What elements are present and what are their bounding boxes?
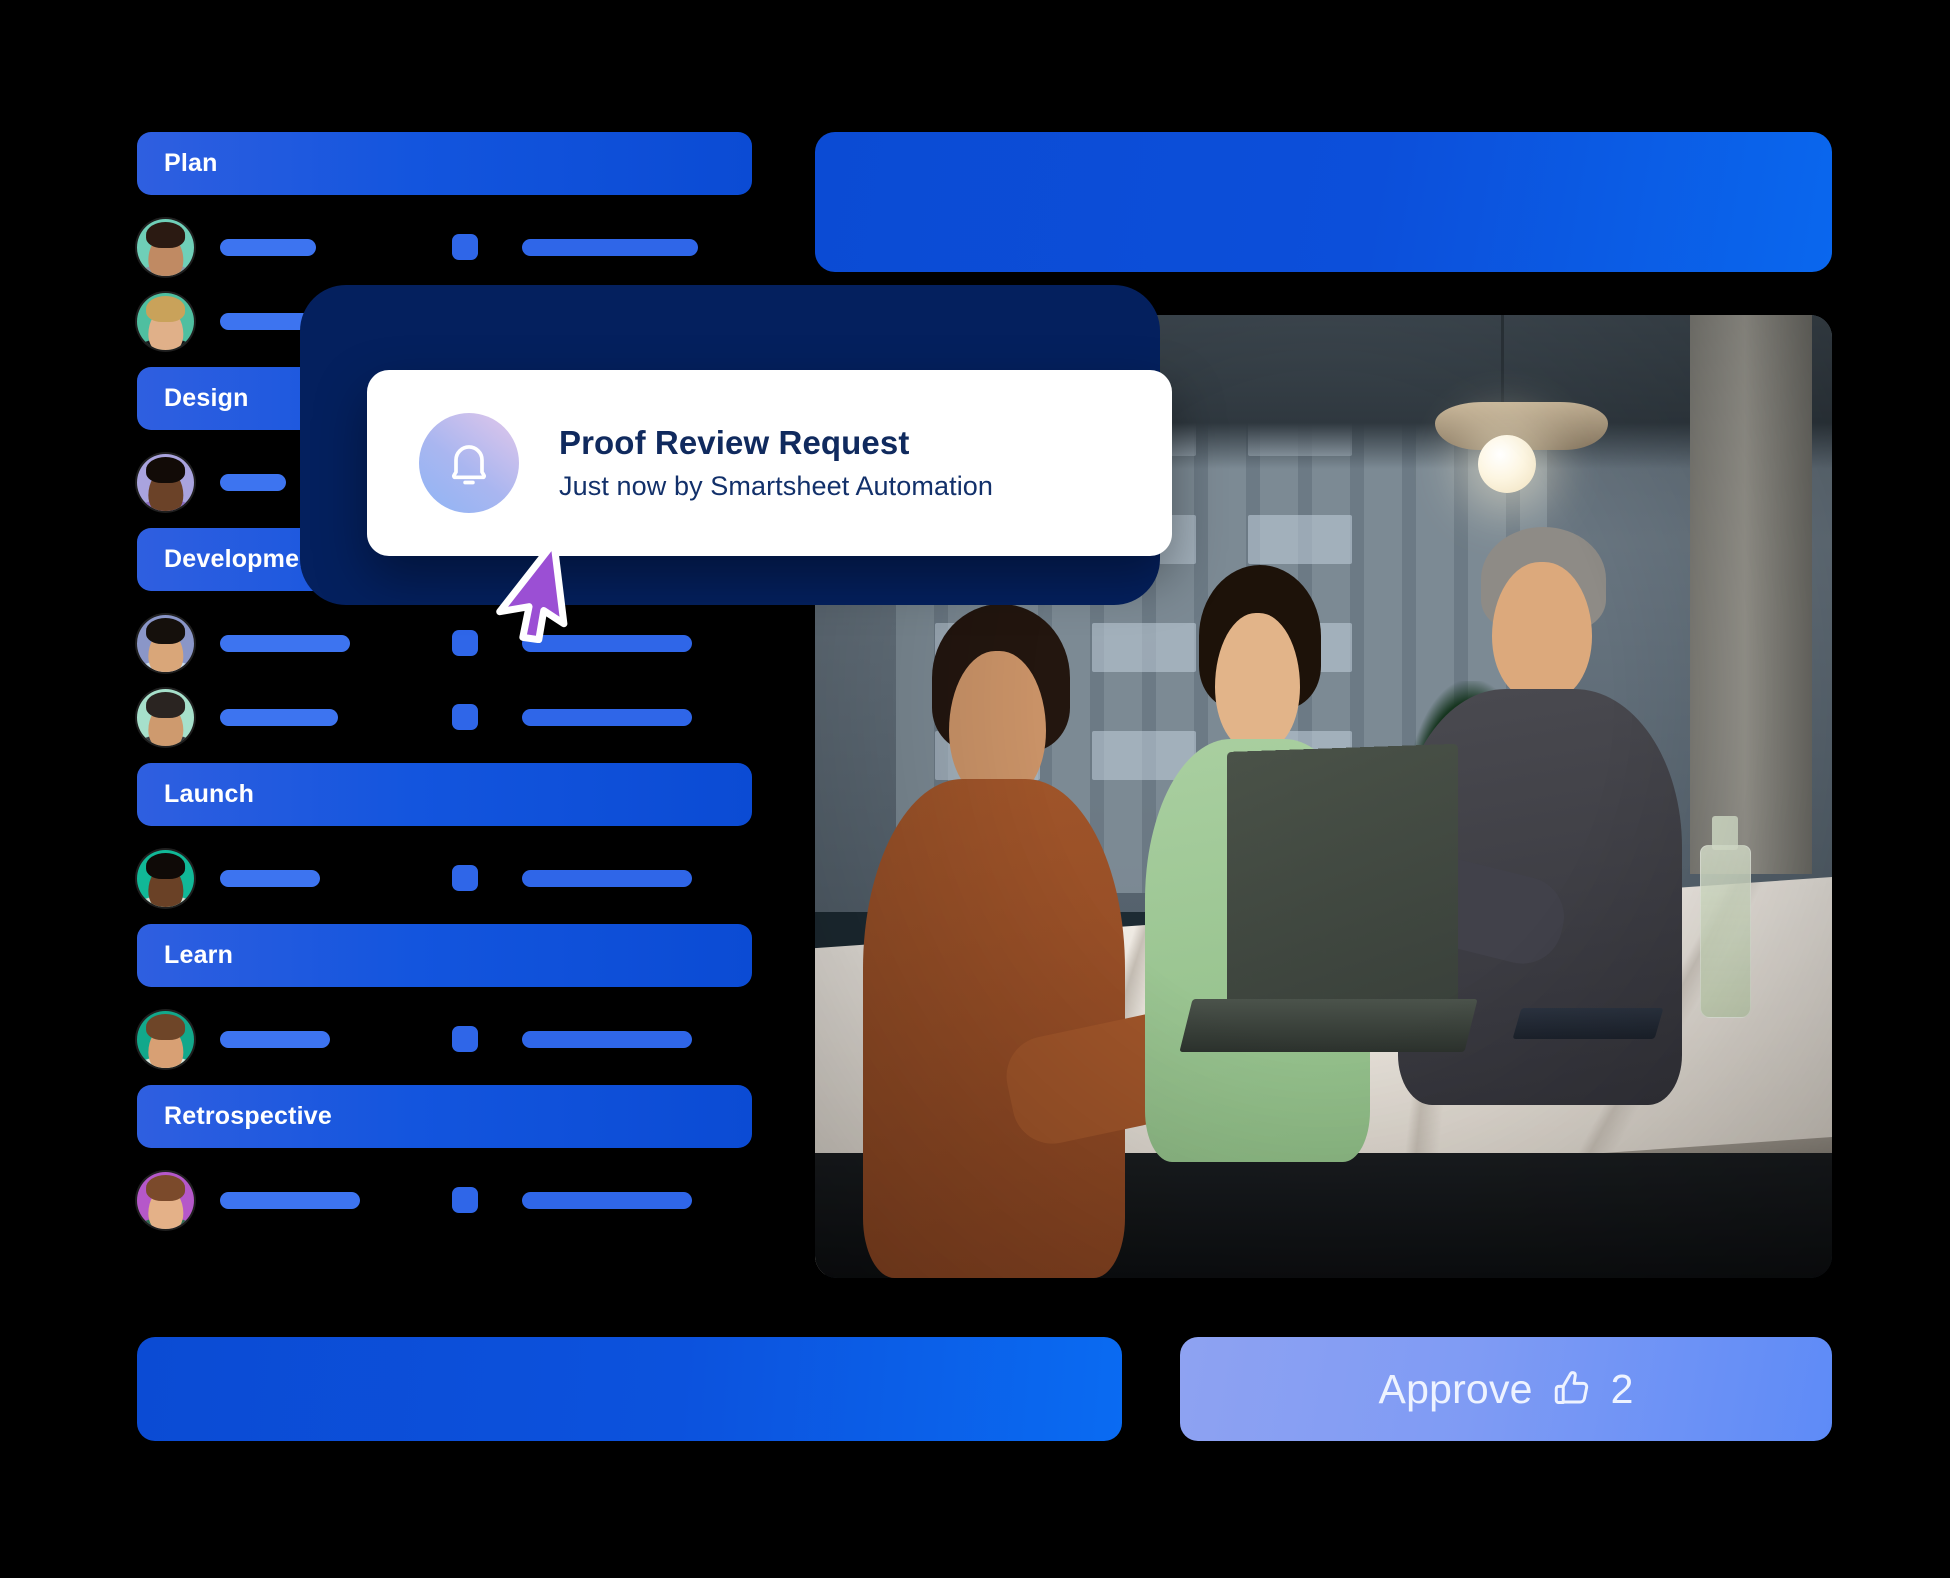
- approve-count: 2: [1611, 1366, 1634, 1413]
- top-right-placeholder-panel[interactable]: [815, 132, 1832, 272]
- task-row[interactable]: [137, 615, 752, 671]
- screenshot-root: PlanDesignDevelopmentLaunchLearnRetrospe…: [0, 0, 1950, 1578]
- section-header-label: Launch: [164, 780, 254, 809]
- avatar-team-member-7: [137, 1011, 194, 1068]
- avatar-team-member-3: [137, 454, 194, 511]
- task-title-placeholder: [220, 474, 286, 491]
- task-title-placeholder: [220, 1031, 330, 1048]
- notification-subtitle: Just now by Smartsheet Automation: [559, 471, 993, 502]
- notification-title: Proof Review Request: [559, 424, 993, 462]
- avatar-team-member-8: [137, 1172, 194, 1229]
- notification-text-group: Proof Review Request Just now by Smartsh…: [559, 424, 993, 502]
- approve-button-label: Approve: [1379, 1366, 1533, 1413]
- task-row[interactable]: [137, 219, 752, 275]
- task-group: Learn: [137, 924, 752, 1067]
- task-meta-placeholder: [522, 239, 698, 256]
- task-meta-placeholder: [522, 1192, 692, 1209]
- section-header-label: Learn: [164, 941, 233, 970]
- task-title-placeholder: [220, 1192, 360, 1209]
- avatar-team-member-5: [137, 689, 194, 746]
- section-header-label: Plan: [164, 149, 218, 178]
- approve-button[interactable]: Approve 2: [1180, 1337, 1832, 1441]
- bottom-left-placeholder-bar[interactable]: [137, 1337, 1122, 1441]
- task-checkbox[interactable]: [452, 234, 478, 260]
- task-title-placeholder: [220, 635, 350, 652]
- section-header-label: Retrospective: [164, 1102, 332, 1131]
- task-meta-placeholder: [522, 635, 692, 652]
- bell-icon: [443, 437, 495, 489]
- task-checkbox[interactable]: [452, 630, 478, 656]
- task-meta-placeholder: [522, 1031, 692, 1048]
- task-group: Retrospective: [137, 1085, 752, 1228]
- section-header-retrospective[interactable]: Retrospective: [137, 1085, 752, 1148]
- section-header-learn[interactable]: Learn: [137, 924, 752, 987]
- avatar-team-member-4: [137, 615, 194, 672]
- thumbs-up-icon: [1551, 1368, 1593, 1410]
- task-checkbox[interactable]: [452, 865, 478, 891]
- task-checkbox[interactable]: [452, 704, 478, 730]
- task-title-placeholder: [220, 239, 316, 256]
- avatar-team-member-1: [137, 219, 194, 276]
- notification-toast[interactable]: Proof Review Request Just now by Smartsh…: [367, 370, 1172, 556]
- task-group: Launch: [137, 763, 752, 906]
- task-row[interactable]: [137, 1011, 752, 1067]
- notification-icon-circle: [419, 413, 519, 513]
- task-meta-placeholder: [522, 709, 692, 726]
- avatar-team-member-2: [137, 293, 194, 350]
- task-row[interactable]: [137, 850, 752, 906]
- section-header-launch[interactable]: Launch: [137, 763, 752, 826]
- task-title-placeholder: [220, 709, 338, 726]
- task-meta-placeholder: [522, 870, 692, 887]
- section-header-plan[interactable]: Plan: [137, 132, 752, 195]
- task-checkbox[interactable]: [452, 1187, 478, 1213]
- task-row[interactable]: [137, 1172, 752, 1228]
- section-header-label: Design: [164, 384, 249, 413]
- avatar-team-member-6: [137, 850, 194, 907]
- task-checkbox[interactable]: [452, 1026, 478, 1052]
- task-row[interactable]: [137, 689, 752, 745]
- task-title-placeholder: [220, 870, 320, 887]
